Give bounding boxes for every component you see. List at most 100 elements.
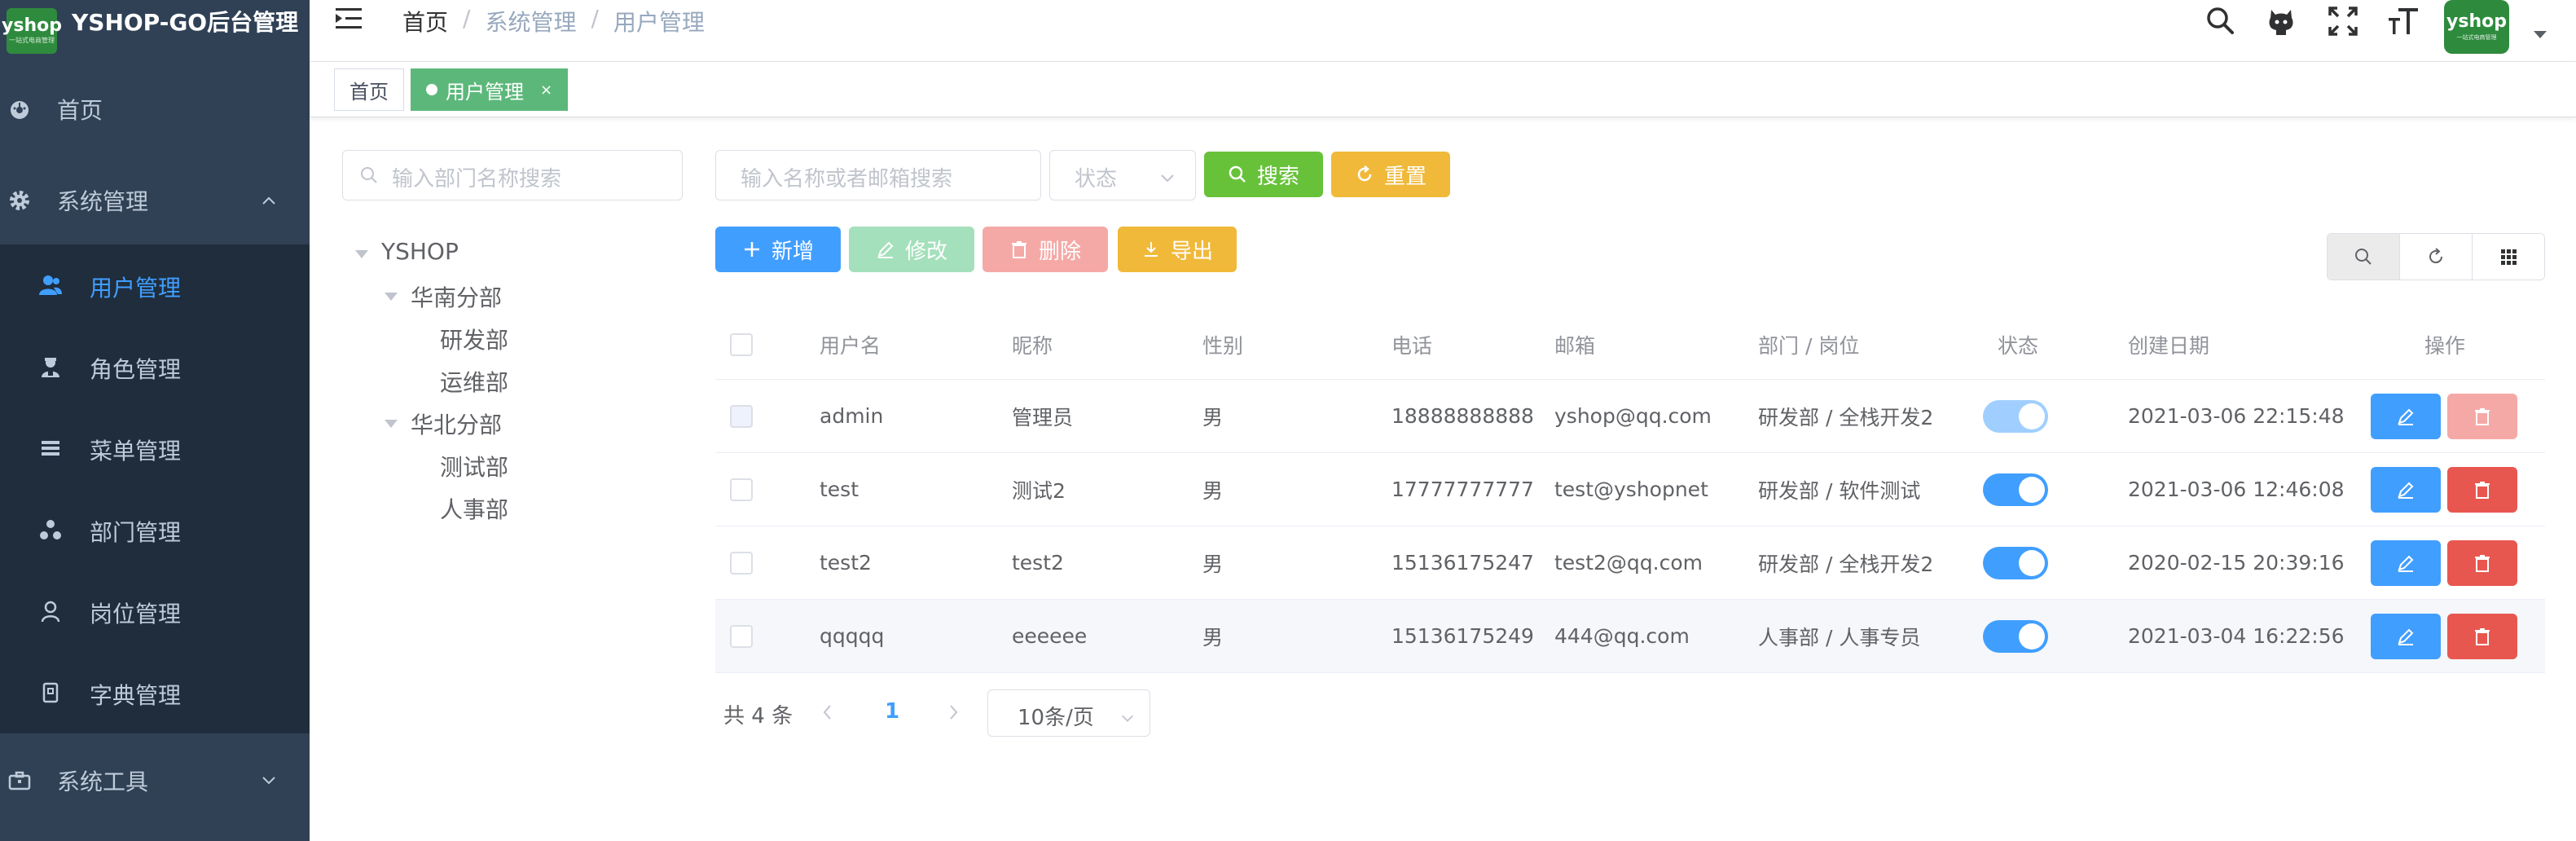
switch-knob <box>2019 550 2045 576</box>
status-select[interactable]: 状态 <box>1049 150 1196 200</box>
tree-node-ops[interactable]: 运维部 <box>440 365 508 398</box>
table-row[interactable]: qqqqq eeeeee 男 15136175249 444@qq.com 人事… <box>715 600 2545 673</box>
row-delete-button[interactable] <box>2447 614 2517 659</box>
reset-button[interactable]: 重置 <box>1331 152 1450 197</box>
tree-node-north[interactable]: 华北分部 <box>411 407 502 440</box>
refresh-button[interactable] <box>2400 234 2473 280</box>
tag-label: 首页 <box>349 80 389 103</box>
cell-phone: 17777777777 <box>1391 478 1534 501</box>
tree-node-test[interactable]: 测试部 <box>440 450 508 482</box>
columns-button[interactable] <box>2473 234 2544 280</box>
col-email[interactable]: 邮箱 <box>1554 310 1595 379</box>
sidebar-item-menu-management[interactable]: 菜单管理 <box>0 407 310 489</box>
status-switch[interactable] <box>1983 473 2048 506</box>
logo[interactable]: yshop 一站式电商管理 YSHOP-GO后台管理 <box>0 0 310 62</box>
keyword-search-input[interactable]: 输入名称或者邮箱搜索 <box>715 150 1041 200</box>
download-icon <box>1144 242 1158 257</box>
sidebar-item-system[interactable]: 系统管理 <box>0 176 310 225</box>
tag-home[interactable]: 首页 <box>334 68 404 111</box>
col-nickname[interactable]: 昵称 <box>1012 310 1053 379</box>
logo-mark: yshop 一站式电商管理 <box>2 8 62 54</box>
github-icon[interactable] <box>2265 5 2297 37</box>
prev-page-icon[interactable] <box>820 702 836 722</box>
next-page-icon[interactable] <box>945 702 961 722</box>
sidebar-item-dictionary-management[interactable]: 字典管理 <box>0 652 310 733</box>
page-size-select[interactable]: 10条/页 <box>987 689 1150 737</box>
search-icon[interactable] <box>2205 5 2237 37</box>
status-switch[interactable] <box>1983 547 2048 579</box>
edit-button-label: 修改 <box>904 239 947 264</box>
row-delete-button[interactable] <box>2447 540 2517 586</box>
caret-down-icon[interactable] <box>2534 31 2547 38</box>
fullscreen-icon[interactable] <box>2327 5 2359 37</box>
col-status[interactable]: 状态 <box>1998 310 2038 379</box>
row-checkbox[interactable] <box>730 552 753 575</box>
row-edit-button[interactable] <box>2371 614 2441 659</box>
trash-icon <box>2475 408 2490 425</box>
sidebar-item-role-management[interactable]: 角色管理 <box>0 326 310 407</box>
delete-button[interactable]: 删除 <box>982 227 1108 272</box>
col-username[interactable]: 用户名 <box>820 310 881 379</box>
col-sex[interactable]: 性别 <box>1202 310 1243 379</box>
cell-sex: 男 <box>1202 478 1224 503</box>
cell-sex: 男 <box>1202 625 1224 649</box>
cell-created: 2021-03-06 12:46:08 <box>2128 478 2345 501</box>
export-button[interactable]: 导出 <box>1118 227 1237 272</box>
row-edit-button[interactable] <box>2371 540 2441 586</box>
close-icon[interactable]: × <box>540 81 552 99</box>
table-row[interactable]: test2 test2 男 15136175247 test2@qq.com 研… <box>715 526 2545 600</box>
sidebar-item-system-tools[interactable]: 系统工具 <box>0 756 310 805</box>
table-row[interactable]: admin 管理员 男 18888888888 yshop@qq.com 研发部… <box>715 380 2545 453</box>
caret-down-icon[interactable] <box>355 250 368 258</box>
breadcrumb-home[interactable]: 首页 <box>402 5 448 37</box>
trash-icon <box>2475 628 2490 645</box>
breadcrumb-current: 用户管理 <box>613 9 705 36</box>
reset-button-label: 重置 <box>1383 164 1426 189</box>
avatar[interactable]: yshop 一站式电商管理 <box>2444 0 2509 54</box>
tree-node-yshop[interactable]: YSHOP <box>381 238 459 265</box>
search-button[interactable]: 搜索 <box>1204 152 1323 197</box>
tree-node-rd[interactable]: 研发部 <box>440 323 508 355</box>
select-all-checkbox[interactable] <box>730 332 753 356</box>
refresh-icon <box>2429 248 2443 264</box>
col-created[interactable]: 创建日期 <box>2128 310 2209 379</box>
status-switch[interactable] <box>1983 620 2048 653</box>
edit-button[interactable]: 修改 <box>849 227 974 272</box>
col-dept[interactable]: 部门 / 岗位 <box>1758 310 1859 379</box>
row-edit-button[interactable] <box>2371 394 2441 439</box>
cell-sex: 男 <box>1202 552 1224 576</box>
hamburger-icon[interactable] <box>336 7 363 31</box>
table-header: 用户名 昵称 性别 电话 邮箱 部门 / 岗位 状态 创建日期 操作 <box>715 310 2545 380</box>
user-icon <box>39 274 62 297</box>
caret-down-icon[interactable] <box>385 293 398 301</box>
sidebar-item-department-management[interactable]: 部门管理 <box>0 489 310 570</box>
row-edit-button[interactable] <box>2371 467 2441 513</box>
navbar: 首页 / 系统管理 / 用户管理 yshop 一站式电商管理 <box>310 0 2576 62</box>
dept-search-input[interactable]: 输入部门名称搜索 <box>342 150 683 200</box>
edit-icon <box>2398 408 2414 425</box>
edit-icon <box>2398 628 2414 645</box>
toggle-search-button[interactable] <box>2328 234 2400 280</box>
table-row[interactable]: test 测试2 男 17777777777 test@yshopnet 研发部… <box>715 453 2545 526</box>
tree-node-hr[interactable]: 人事部 <box>440 492 508 525</box>
logo-text: yshop <box>2 15 62 36</box>
caret-down-icon[interactable] <box>385 420 398 428</box>
sidebar-item-user-management[interactable]: 用户管理 <box>0 244 310 326</box>
cell-created: 2021-03-06 22:15:48 <box>2128 404 2345 428</box>
post-icon <box>39 600 62 623</box>
cell-phone: 15136175249 <box>1391 624 1534 648</box>
row-checkbox[interactable] <box>730 478 753 501</box>
sidebar-item-post-management[interactable]: 岗位管理 <box>0 570 310 652</box>
sidebar-item-home[interactable]: 首页 <box>0 85 310 134</box>
col-phone[interactable]: 电话 <box>1391 310 1432 379</box>
font-size-icon[interactable] <box>2387 5 2420 37</box>
tree-node-south[interactable]: 华南分部 <box>411 280 502 313</box>
tags-view: 首页 用户管理 × <box>310 62 2576 117</box>
row-delete-button[interactable] <box>2447 467 2517 513</box>
tag-user-management[interactable]: 用户管理 × <box>411 68 569 111</box>
row-checkbox[interactable] <box>730 625 753 648</box>
export-button-label: 导出 <box>1170 239 1213 264</box>
pagination-page-1[interactable]: 1 <box>885 699 899 724</box>
add-button[interactable]: 新增 <box>715 227 841 272</box>
switch-knob <box>2019 623 2045 649</box>
